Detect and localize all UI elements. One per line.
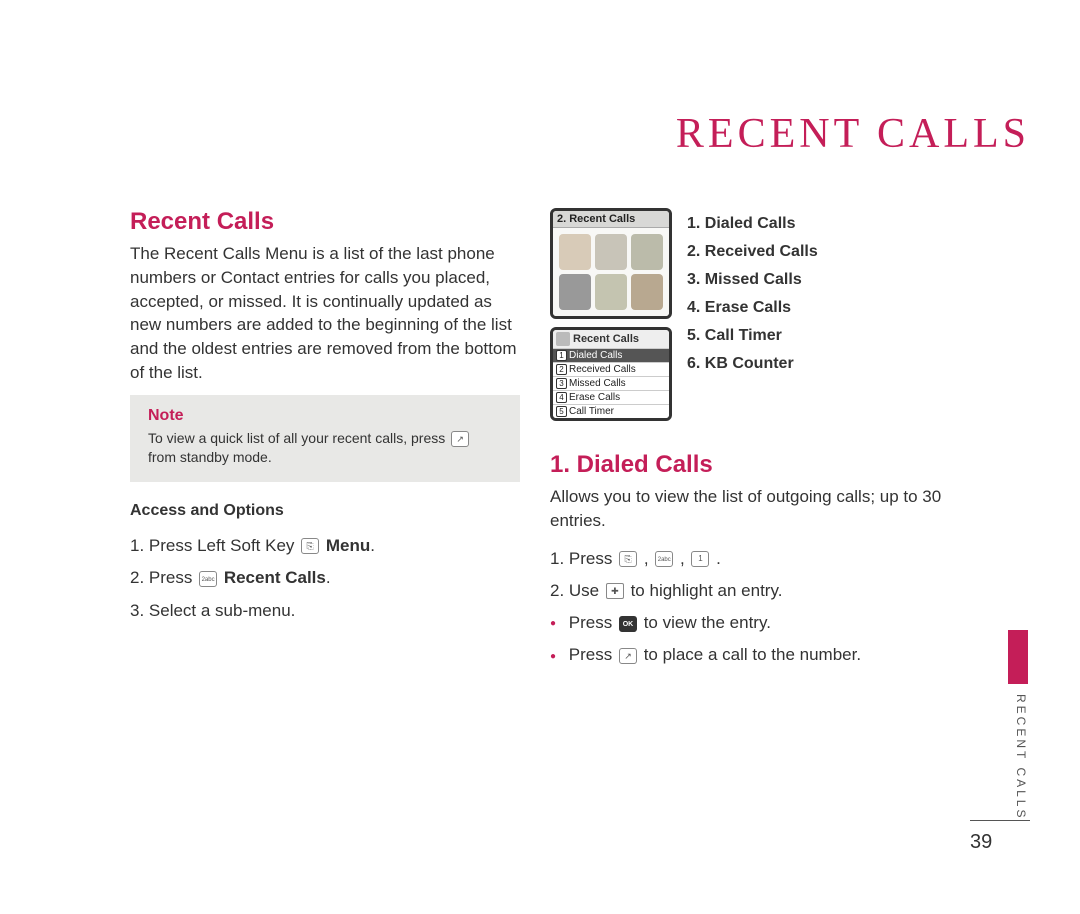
menu-grid-icon: [631, 234, 663, 270]
screen2-title: Recent Calls: [573, 333, 639, 345]
phone-screen-main-menu: 2. Recent Calls: [550, 208, 672, 319]
access-steps: 1. Press Left Soft Key Menu. 2. Press Re…: [130, 530, 520, 627]
screen-list-row: 5Call Timer: [553, 404, 669, 418]
screen1-header: 2. Recent Calls: [553, 211, 669, 228]
menu-item: 1. Dialed Calls: [687, 210, 818, 238]
dialed-intro: Allows you to view the list of outgoing …: [550, 485, 970, 533]
columns: Recent Calls The Recent Calls Menu is a …: [130, 208, 1030, 672]
screen2-list: 1Dialed Calls 2Received Calls 3Missed Ca…: [553, 348, 669, 418]
dialed-bullets: Press to view the entry. Press to place …: [550, 607, 970, 672]
note-text-part1: To view a quick list of all your recent …: [148, 430, 449, 446]
left-soft-key-icon: [301, 538, 319, 554]
step-3: 3. Select a sub-menu.: [130, 595, 520, 627]
intro-paragraph: The Recent Calls Menu is a list of the l…: [130, 242, 520, 385]
side-tab-color-block: [1008, 630, 1028, 684]
screen1-body: [553, 228, 669, 316]
screen2-title-row: Recent Calls: [553, 330, 669, 348]
send-key-icon: [451, 431, 469, 447]
bullet-view-entry: Press to view the entry.: [550, 607, 970, 639]
soft-key-icon: [619, 551, 637, 567]
navigation-key-icon: [606, 583, 624, 599]
left-column: Recent Calls The Recent Calls Menu is a …: [130, 208, 520, 672]
menu-item: 5. Call Timer: [687, 322, 818, 350]
send-key-icon: [619, 648, 637, 664]
side-tab: RECENT CALLS: [1002, 630, 1030, 820]
section-heading-dialed-calls: 1. Dialed Calls: [550, 451, 970, 479]
side-tab-label: RECENT CALLS: [1002, 694, 1028, 820]
phone-screenshots: 2. Recent Calls: [550, 208, 672, 421]
page-number: 39: [970, 820, 1030, 854]
step-1: 1. Press Left Soft Key Menu.: [130, 530, 520, 562]
menu-grid-icon: [559, 234, 591, 270]
menu-grid-icon: [559, 274, 591, 310]
key-2abc-icon: [655, 551, 673, 567]
screen-list-row: 2Received Calls: [553, 362, 669, 376]
right-column: 2. Recent Calls: [550, 208, 970, 672]
dialed-steps: 1. Press , , . 2. Use to highlight an en…: [550, 543, 970, 608]
dialed-step-2: 2. Use to highlight an entry.: [550, 575, 970, 607]
step-2: 2. Press Recent Calls.: [130, 562, 520, 594]
bullet-place-call: Press to place a call to the number.: [550, 639, 970, 671]
menu-grid-icon: [595, 234, 627, 270]
dialed-step-1: 1. Press , , .: [550, 543, 970, 575]
menu-icon-grid: [559, 234, 663, 310]
section-heading-recent-calls: Recent Calls: [130, 208, 520, 236]
recent-calls-title-icon: [556, 332, 570, 346]
key-1-icon: [691, 551, 709, 567]
phone-screen-recent-calls: Recent Calls 1Dialed Calls 2Received Cal…: [550, 327, 672, 421]
key-2abc-icon: [199, 571, 217, 587]
page-title: RECENT CALLS: [130, 110, 1030, 158]
menu-item: 4. Erase Calls: [687, 294, 818, 322]
manual-page: RECENT CALLS Recent Calls The Recent Cal…: [130, 110, 1030, 854]
note-text-part2: from standby mode.: [148, 449, 272, 465]
right-top-row: 2. Recent Calls: [550, 208, 970, 421]
menu-item: 3. Missed Calls: [687, 266, 818, 294]
note-text: To view a quick list of all your recent …: [148, 429, 502, 468]
ok-key-icon: [619, 616, 637, 632]
menu-grid-icon: [595, 274, 627, 310]
note-box: Note To view a quick list of all your re…: [130, 395, 520, 482]
menu-item: 6. KB Counter: [687, 350, 818, 378]
submenu-list: 1. Dialed Calls 2. Received Calls 3. Mis…: [687, 208, 818, 421]
screen-list-row: 3Missed Calls: [553, 376, 669, 390]
screen-list-row: 4Erase Calls: [553, 390, 669, 404]
note-title: Note: [148, 407, 502, 425]
menu-grid-icon: [631, 274, 663, 310]
menu-item: 2. Received Calls: [687, 238, 818, 266]
screen-list-row: 1Dialed Calls: [553, 348, 669, 362]
access-options-heading: Access and Options: [130, 502, 520, 520]
